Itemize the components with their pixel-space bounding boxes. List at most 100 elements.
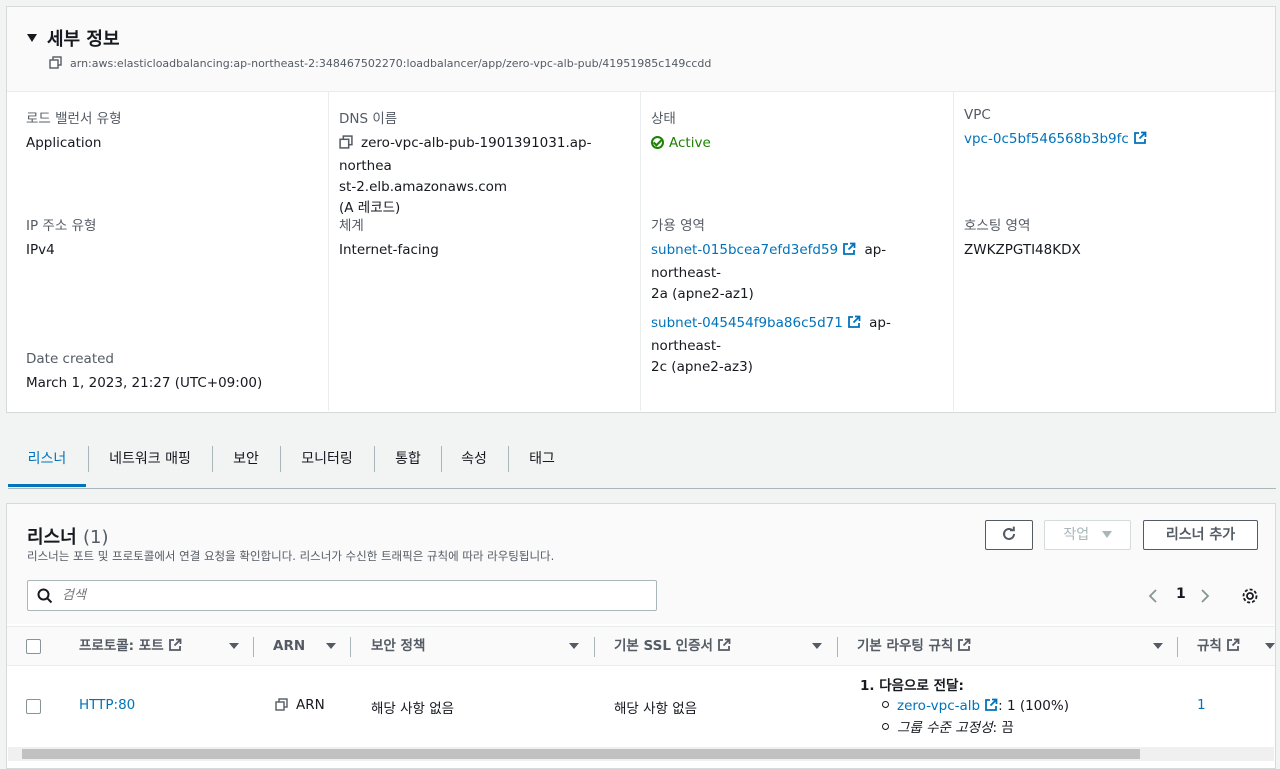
col-ssl-cert[interactable]: 기본 SSL 인증서: [614, 627, 731, 665]
external-link-icon[interactable]: [847, 315, 861, 336]
security-policy-cell: 해당 사항 없음: [371, 701, 455, 717]
az-field: 가용 영역 subnet-015bcea7efd3efd59 ap-northe…: [651, 214, 951, 378]
vpc-field: VPC vpc-0c5bf546568b3b9fc: [964, 107, 1264, 152]
col-ssl-cert-label: 기본 SSL 인증서: [614, 638, 713, 654]
target-group-link[interactable]: zero-vpc-alb: [897, 698, 980, 714]
copy-icon[interactable]: [275, 698, 288, 715]
refresh-button[interactable]: [985, 520, 1033, 550]
details-col-3: 상태 Active 가용 영역 subnet-015bcea7efd3efd59…: [641, 91, 954, 411]
listeners-title: 리스너 (1): [27, 523, 108, 549]
routing-cell: 1. 다음으로 전달: zero-vpc-alb: 1 (100%) 그룹 수준…: [860, 676, 1180, 738]
arn-text: arn:aws:elasticloadbalancing:ap-northeas…: [70, 57, 712, 70]
external-link-icon: [957, 629, 971, 667]
date-value: March 1, 2023, 21:27 (UTC+09:00): [26, 375, 263, 391]
scheme-field: 체계 Internet-facing: [339, 214, 639, 261]
dns-value: zero-vpc-alb-pub-1901391031.ap-northea s…: [339, 133, 639, 219]
col-arn[interactable]: ARN: [273, 627, 305, 665]
col-rules[interactable]: 규칙: [1197, 627, 1240, 665]
details-col-2: DNS 이름 zero-vpc-alb-pub-1901391031.ap-no…: [329, 91, 641, 411]
lb-type-field: 로드 밸런서 유형 Application: [26, 107, 326, 154]
check-circle-icon: [651, 136, 664, 149]
dns-field: DNS 이름 zero-vpc-alb-pub-1901391031.ap-no…: [339, 107, 639, 219]
sort-caret-icon[interactable]: [1153, 643, 1163, 649]
sort-caret-icon[interactable]: [1265, 643, 1275, 649]
tab-listeners[interactable]: 리스너: [8, 440, 86, 487]
sort-caret-icon[interactable]: [812, 643, 822, 649]
vpc-link[interactable]: vpc-0c5bf546568b3b9fc: [964, 131, 1129, 147]
rules-count-link[interactable]: 1: [1197, 697, 1206, 713]
external-link-icon[interactable]: [1133, 131, 1147, 152]
details-arn: arn:aws:elasticloadbalancing:ap-northeas…: [49, 56, 711, 72]
col-divider: [1177, 637, 1178, 657]
tab-tags[interactable]: 태그: [510, 440, 574, 487]
external-link-icon: [717, 629, 731, 667]
external-link-icon: [1226, 629, 1240, 667]
scrollbar-thumb[interactable]: [22, 749, 1140, 759]
scheme-value: Internet-facing: [339, 242, 439, 258]
add-listener-button[interactable]: 리스너 추가: [1143, 520, 1258, 550]
chevron-left-icon[interactable]: [1147, 588, 1159, 604]
tab-divider: [88, 446, 89, 472]
col-divider: [837, 637, 838, 657]
chevron-right-icon[interactable]: [1199, 588, 1211, 604]
external-link-icon[interactable]: [842, 242, 856, 263]
details-header: 세부 정보 arn:aws:elasticloadbalancing:ap-no…: [7, 7, 1275, 92]
row-checkbox[interactable]: [26, 699, 41, 714]
details-toggle[interactable]: 세부 정보: [27, 25, 120, 51]
external-link-icon[interactable]: [984, 698, 998, 718]
routing-stickiness: 그룹 수준 고정성: 끔: [860, 718, 1180, 738]
select-all-checkbox[interactable]: [26, 639, 41, 654]
sort-caret-icon[interactable]: [569, 643, 579, 649]
col-routing-label: 기본 라우팅 규칙: [857, 638, 954, 654]
tab-attributes[interactable]: 속성: [442, 440, 506, 487]
sort-caret-icon[interactable]: [326, 643, 336, 649]
col-security-policy[interactable]: 보안 정책: [371, 627, 425, 665]
actions-dropdown[interactable]: 작업: [1044, 520, 1131, 550]
tab-bar: 리스너 네트워크 매핑 보안 모니터링 통합 속성 태그: [8, 440, 1276, 489]
gear-icon[interactable]: [1241, 587, 1259, 605]
az-2: subnet-045454f9ba86c5d71 ap-northeast- 2…: [651, 313, 951, 378]
stickiness-label: 그룹 수준 고정성: [897, 720, 993, 736]
lb-type-label: 로드 밸런서 유형: [26, 111, 122, 127]
date-label: Date created: [26, 351, 114, 367]
routing-target: zero-vpc-alb: 1 (100%): [860, 696, 1180, 718]
status-text: Active: [669, 135, 711, 151]
vpc-label: VPC: [964, 107, 991, 123]
sort-caret-icon[interactable]: [229, 643, 239, 649]
status-value: Active: [651, 133, 951, 154]
vpc-value: vpc-0c5bf546568b3b9fc: [964, 129, 1264, 152]
pagination: 1: [1147, 586, 1267, 606]
bullet-icon: [882, 701, 889, 708]
subnet-link-2[interactable]: subnet-045454f9ba86c5d71: [651, 315, 843, 331]
ip-type-label: IP 주소 유형: [26, 218, 97, 234]
subnet-link-1[interactable]: subnet-015bcea7efd3efd59: [651, 242, 838, 258]
hosted-zone-field: 호스팅 영역 ZWKZPGTI48KDX: [964, 214, 1264, 261]
details-panel: 세부 정보 arn:aws:elasticloadbalancing:ap-no…: [6, 6, 1276, 413]
tab-divider: [374, 446, 375, 472]
copy-icon[interactable]: [339, 135, 353, 156]
current-page[interactable]: 1: [1176, 586, 1186, 602]
horizontal-scrollbar[interactable]: [8, 747, 1274, 761]
actions-label: 작업: [1063, 527, 1090, 543]
listener-link[interactable]: HTTP:80: [79, 697, 135, 713]
col-divider: [594, 637, 595, 657]
lb-type-value: Application: [26, 135, 102, 151]
az-label: 가용 영역: [651, 218, 705, 234]
tab-integration[interactable]: 통합: [376, 440, 440, 487]
copy-icon[interactable]: [49, 56, 62, 72]
col-routing[interactable]: 기본 라우팅 규칙: [857, 627, 971, 665]
tab-monitoring[interactable]: 모니터링: [282, 440, 372, 487]
tab-security[interactable]: 보안: [214, 440, 278, 487]
col-divider: [350, 637, 351, 657]
status-field: 상태 Active: [651, 107, 951, 154]
search-icon: [37, 588, 53, 604]
col-protocol-port[interactable]: 프로토콜: 포트: [79, 627, 182, 665]
col-rules-label: 규칙: [1197, 638, 1222, 654]
caret-down-icon: [1101, 531, 1112, 538]
dns-line-1: zero-vpc-alb-pub-1901391031.ap-northea: [339, 135, 592, 174]
details-col-4: VPC vpc-0c5bf546568b3b9fc 호스팅 영역 ZWKZPGT…: [954, 91, 1275, 411]
ssl-cert-cell: 해당 사항 없음: [614, 701, 698, 717]
dns-line-2: st-2.elb.amazonaws.com: [339, 179, 508, 195]
search-input[interactable]: [60, 587, 644, 604]
tab-network-mapping[interactable]: 네트워크 매핑: [90, 440, 210, 487]
